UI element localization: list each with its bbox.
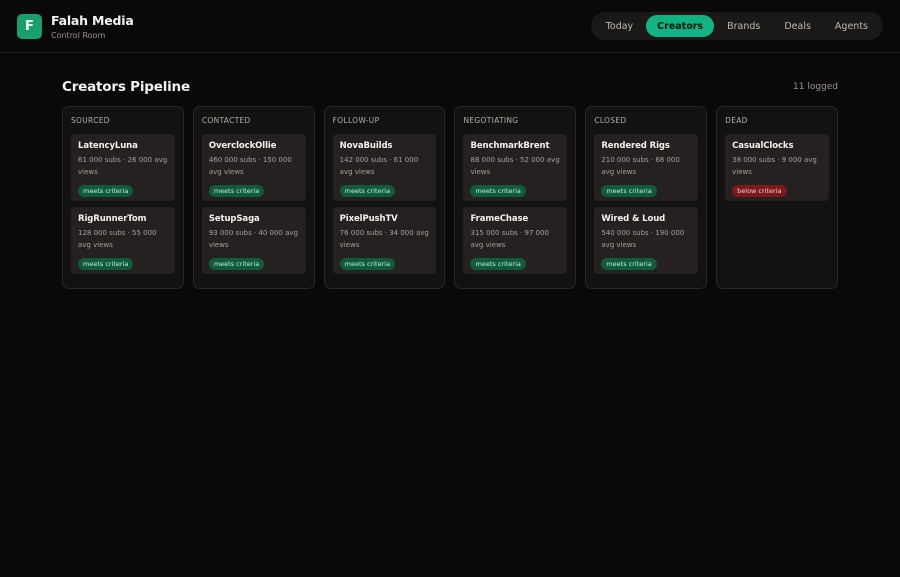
creator-stats: 76 000 subs · 34 000 avg views: [339, 229, 429, 249]
top-bar: F Falah Media Control Room Today Creators…: [0, 0, 900, 53]
creator-name: LatencyLuna: [78, 141, 138, 151]
criteria-badge: meets criteria: [78, 258, 134, 270]
column-title: DEAD: [725, 116, 748, 125]
logged-count: 11 logged: [793, 81, 838, 92]
nav-tab-creators[interactable]: Creators: [646, 15, 715, 37]
criteria-badge: below criteria: [732, 185, 787, 197]
creator-card[interactable]: LatencyLuna 61 000 subs · 26 000 avg view…: [71, 134, 175, 201]
creator-card[interactable]: FrameChase 315 000 subs · 97 000 avg view…: [463, 207, 568, 274]
column-title: CLOSED: [594, 116, 627, 125]
creator-stats: 540 000 subs · 190 000 avg views: [601, 229, 685, 249]
pipeline-board: SOURCED LatencyLuna 61 000 subs · 26 000 a…: [62, 106, 838, 289]
creator-name: CasualClocks: [732, 141, 794, 151]
criteria-badge: meets criteria: [470, 185, 526, 197]
column-title: CONTACTED: [201, 116, 251, 125]
creator-name: FrameChase: [470, 214, 529, 224]
creator-stats: 142 000 subs · 61 000 avg views: [339, 156, 419, 176]
criteria-badge: meets criteria: [470, 258, 526, 270]
criteria-badge: meets criteria: [601, 185, 657, 197]
creator-card[interactable]: Rendered Rigs 210 000 subs · 68 000 avg v…: [594, 134, 699, 201]
creator-card[interactable]: SetupSaga 93 000 subs · 40 000 avg views m…: [201, 207, 306, 274]
creator-stats: 460 000 subs · 150 000 avg views: [208, 156, 292, 176]
brand-subtitle: Control Room: [51, 30, 106, 40]
column-title: SOURCED: [71, 116, 110, 125]
creator-name: Rendered Rigs: [601, 141, 670, 151]
pipeline-column-closed: CLOSED Rendered Rigs 210 000 subs · 68 000…: [585, 106, 708, 289]
nav-tab-agents[interactable]: Agents: [824, 15, 879, 37]
brand-name: Falah Media: [51, 12, 134, 28]
creator-card[interactable]: BenchmarkBrent 88 000 subs · 52 000 avg v…: [463, 134, 568, 201]
creator-stats: 88 000 subs · 52 000 avg views: [470, 156, 560, 176]
nav-tab-brands[interactable]: Brands: [716, 15, 771, 37]
criteria-badge: meets criteria: [208, 258, 265, 270]
page-title: Creators Pipeline: [62, 78, 190, 95]
creator-name: PixelPushTV: [339, 214, 398, 224]
pipeline-column-contacted: CONTACTED OverclockOllie 460 000 subs · 15…: [192, 106, 315, 289]
criteria-badge: meets criteria: [601, 258, 657, 270]
column-title: NEGOTIATING: [463, 116, 519, 125]
creator-card[interactable]: CasualClocks 38 000 subs · 9 000 avg view…: [725, 134, 829, 201]
criteria-badge: meets criteria: [78, 185, 134, 197]
criteria-badge: meets criteria: [208, 185, 265, 197]
creator-card[interactable]: NovaBuilds 142 000 subs · 61 000 avg view…: [332, 134, 437, 201]
creator-stats: 210 000 subs · 68 000 avg views: [601, 156, 680, 176]
creator-name: OverclockOllie: [208, 141, 277, 151]
main-content: Creators Pipeline 11 logged SOURCED Laten…: [62, 78, 838, 289]
pipeline-column-sourced: SOURCED LatencyLuna 61 000 subs · 26 000 a…: [62, 106, 184, 289]
brand-block: Falah Media Control Room: [51, 13, 134, 40]
column-title: FOLLOW-UP: [332, 116, 380, 125]
creator-stats: 38 000 subs · 9 000 avg views: [732, 156, 817, 176]
creator-stats: 128 000 subs · 55 000 avg views: [78, 229, 157, 249]
brand-logo[interactable]: F: [17, 13, 42, 39]
page-header: Creators Pipeline 11 logged: [62, 78, 838, 95]
pipeline-column-dead: DEAD CasualClocks 38 000 subs · 9 000 avg …: [716, 106, 838, 289]
creator-stats: 315 000 subs · 97 000 avg views: [470, 229, 549, 249]
creator-name: RigRunnerTom: [78, 214, 147, 224]
creator-name: Wired & Loud: [601, 214, 666, 224]
criteria-badge: meets criteria: [339, 258, 396, 270]
creator-name: SetupSaga: [208, 214, 260, 224]
main-nav: Today Creators Brands Deals Agents: [590, 12, 883, 40]
criteria-badge: meets criteria: [339, 185, 396, 197]
creator-card[interactable]: Wired & Loud 540 000 subs · 190 000 avg v…: [594, 207, 699, 274]
nav-tab-today[interactable]: Today: [595, 15, 644, 37]
creator-card[interactable]: PixelPushTV 76 000 subs · 34 000 avg view…: [332, 207, 437, 274]
pipeline-column-follow-up: FOLLOW-UP NovaBuilds 142 000 subs · 61 000…: [323, 106, 446, 289]
creator-name: NovaBuilds: [339, 141, 393, 151]
creator-card[interactable]: OverclockOllie 460 000 subs · 150 000 avg…: [201, 134, 306, 201]
creator-name: BenchmarkBrent: [470, 141, 550, 151]
creator-stats: 93 000 subs · 40 000 avg views: [208, 229, 298, 249]
nav-tab-deals[interactable]: Deals: [773, 15, 822, 37]
creator-stats: 61 000 subs · 26 000 avg views: [78, 156, 168, 176]
pipeline-column-negotiating: NEGOTIATING BenchmarkBrent 88 000 subs · 5…: [454, 106, 577, 289]
creator-card[interactable]: RigRunnerTom 128 000 subs · 55 000 avg vi…: [71, 207, 175, 274]
